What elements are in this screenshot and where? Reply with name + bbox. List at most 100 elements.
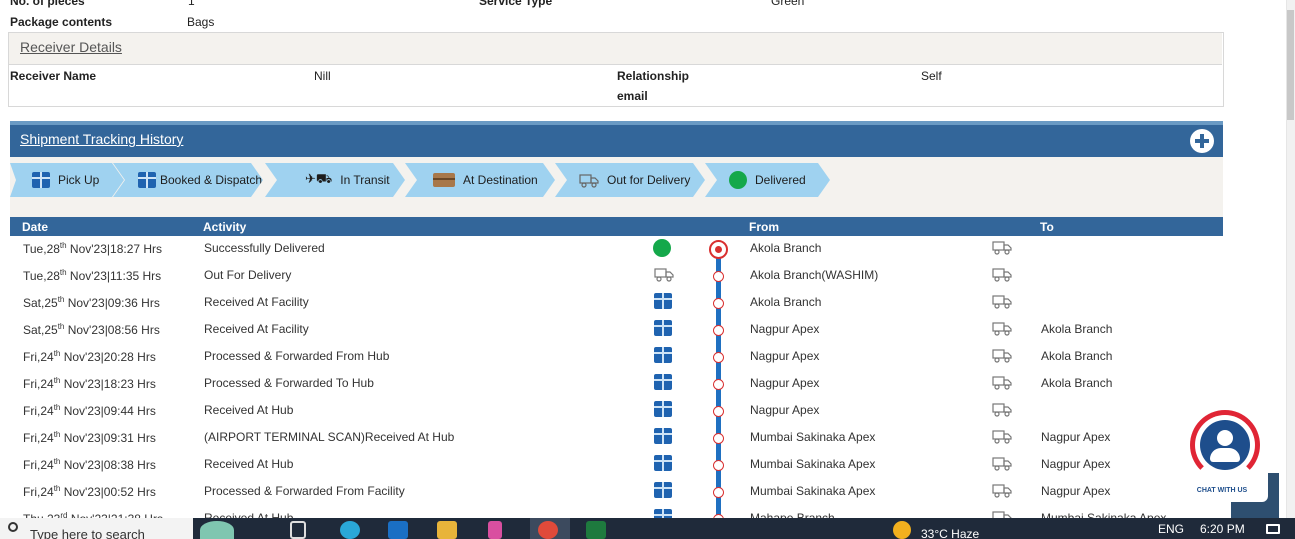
row-date: Fri,24th Nov'23|09:44 Hrs <box>23 403 156 418</box>
windows-taskbar: Type here to search 33°C Haze ENG 6:20 P… <box>0 518 1295 539</box>
receiver-name-value: Nill <box>314 69 331 83</box>
table-row: Tue,28th Nov'23|18:27 Hrs Successfully De… <box>10 236 1223 263</box>
receiver-name-label: Receiver Name <box>10 69 97 83</box>
row-from: Mumbai Sakinaka Apex <box>750 430 876 444</box>
table-row: Fri,24th Nov'23|09:44 Hrs Received At Hub… <box>10 398 1223 425</box>
taskbar-search-box[interactable]: Type here to search <box>0 518 193 539</box>
search-placeholder: Type here to search <box>30 527 145 539</box>
row-date: Fri,24th Nov'23|09:31 Hrs <box>23 430 156 445</box>
box-icon <box>654 347 672 366</box>
file-explorer-icon[interactable] <box>437 521 457 539</box>
step-label: Pick Up <box>58 173 100 187</box>
truck-icon <box>654 266 674 285</box>
box-icon <box>654 401 672 420</box>
step-label: Delivered <box>755 173 806 187</box>
email-label: email <box>617 89 648 103</box>
row-from: Mahape Branch <box>750 511 835 518</box>
search-icon <box>8 522 18 532</box>
row-from: Nagpur Apex <box>750 349 820 363</box>
table-row: Thu,23rd Nov'23|21:38 Hrs Received At Hub… <box>10 506 1223 518</box>
row-from: Akola Branch(WASHIM) <box>750 268 879 282</box>
table-row: Sat,25th Nov'23|08:56 Hrs Received At Fac… <box>10 317 1223 344</box>
row-date: Fri,24th Nov'23|18:23 Hrs <box>23 376 156 391</box>
row-date: Sat,25th Nov'23|09:36 Hrs <box>23 295 160 310</box>
row-activity: Received At Hub <box>204 511 294 518</box>
table-row: Fri,24th Nov'23|18:23 Hrs Processed & For… <box>10 371 1223 398</box>
notification-icon[interactable] <box>1266 524 1280 534</box>
row-activity: Processed & Forwarded From Hub <box>204 349 390 363</box>
green-dot-icon <box>653 239 671 260</box>
row-to: Akola Branch <box>1041 376 1113 390</box>
tracking-table-header: Date Activity From To <box>10 217 1223 236</box>
task-view-icon[interactable] <box>290 521 306 539</box>
chat-label[interactable]: CHAT WITH US <box>1176 487 1268 494</box>
truck-icon <box>992 374 1012 393</box>
receiver-details-title[interactable]: Receiver Details <box>20 39 122 55</box>
row-to: Nagpur Apex <box>1041 430 1111 444</box>
column-date: Date <box>22 220 49 234</box>
step-booked-dispatch: Booked & Dispatch <box>113 163 263 197</box>
table-row: Fri,24th Nov'23|09:31 Hrs (AIRPORT TERMIN… <box>10 425 1223 452</box>
package-contents-value: Bags <box>187 15 215 29</box>
truck-icon <box>992 320 1012 339</box>
row-date: Tue,28th Nov'23|18:27 Hrs <box>23 241 163 256</box>
column-from: From <box>749 220 779 234</box>
row-activity: Successfully Delivered <box>204 241 325 255</box>
truck-icon <box>992 239 1012 258</box>
step-label: Booked & Dispatch <box>160 173 263 187</box>
row-from: Mumbai Sakinaka Apex <box>750 484 876 498</box>
box-icon <box>32 172 50 188</box>
truck-icon <box>992 266 1012 285</box>
box-icon <box>654 509 672 518</box>
table-row: Fri,24th Nov'23|00:52 Hrs Processed & For… <box>10 479 1223 506</box>
timeline-dot <box>713 325 724 336</box>
row-to: Nagpur Apex <box>1041 484 1111 498</box>
chrome-icon[interactable] <box>538 521 558 539</box>
row-activity: Received At Hub <box>204 457 294 471</box>
row-date: Tue,28th Nov'23|11:35 Hrs <box>23 268 162 283</box>
timeline-dot <box>713 433 724 444</box>
plane-truck-icon: ✈⛟ <box>305 171 333 186</box>
relationship-value: Self <box>921 69 942 83</box>
weather-sun-icon <box>893 521 911 539</box>
row-date: Thu,23rd Nov'23|21:38 Hrs <box>23 511 163 518</box>
scrollbar-thumb[interactable] <box>1287 10 1294 120</box>
support-agent-icon <box>1200 420 1250 470</box>
service-type-value: Green <box>771 0 805 8</box>
table-row: Sat,25th Nov'23|09:36 Hrs Received At Fac… <box>10 290 1223 317</box>
truck-icon <box>579 172 599 188</box>
row-to: Akola Branch <box>1041 349 1113 363</box>
column-activity: Activity <box>203 220 247 234</box>
outlook-icon[interactable] <box>388 521 408 539</box>
edge-icon[interactable] <box>340 521 360 539</box>
excel-icon[interactable] <box>586 521 606 539</box>
green-dot-icon <box>729 171 747 189</box>
step-label: In Transit <box>340 173 390 187</box>
expand-plus-icon[interactable] <box>1190 129 1214 153</box>
row-from: Nagpur Apex <box>750 403 820 417</box>
row-activity: Received At Facility <box>204 322 309 336</box>
row-from: Nagpur Apex <box>750 322 820 336</box>
timeline-dot <box>713 460 724 471</box>
row-from: Akola Branch <box>750 241 822 255</box>
weather-text[interactable]: 33°C Haze <box>921 527 979 539</box>
current-status-marker <box>709 240 728 259</box>
step-in-transit: ✈⛟ In Transit <box>265 163 405 197</box>
truck-icon <box>992 428 1012 447</box>
step-label: Out for Delivery <box>607 173 691 187</box>
language-indicator[interactable]: ENG <box>1158 522 1184 536</box>
chat-widget[interactable]: CHAT WITH US <box>1176 402 1268 502</box>
row-from: Mumbai Sakinaka Apex <box>750 457 876 471</box>
tracking-history-title[interactable]: Shipment Tracking History <box>20 131 183 147</box>
step-pick-up: Pick Up <box>10 163 124 197</box>
package-contents-label: Package contents <box>10 15 113 29</box>
truck-icon <box>992 455 1012 474</box>
clock-time[interactable]: 6:20 PM <box>1200 522 1245 536</box>
row-date: Sat,25th Nov'23|08:56 Hrs <box>23 322 160 337</box>
timeline-dot <box>713 406 724 417</box>
receiver-details-header[interactable]: Receiver Details <box>9 33 1222 65</box>
app-icon[interactable] <box>488 521 502 539</box>
tracking-history-header: Shipment Tracking History <box>10 121 1223 157</box>
row-from: Akola Branch <box>750 295 822 309</box>
weather-widget-icon[interactable] <box>200 521 234 539</box>
